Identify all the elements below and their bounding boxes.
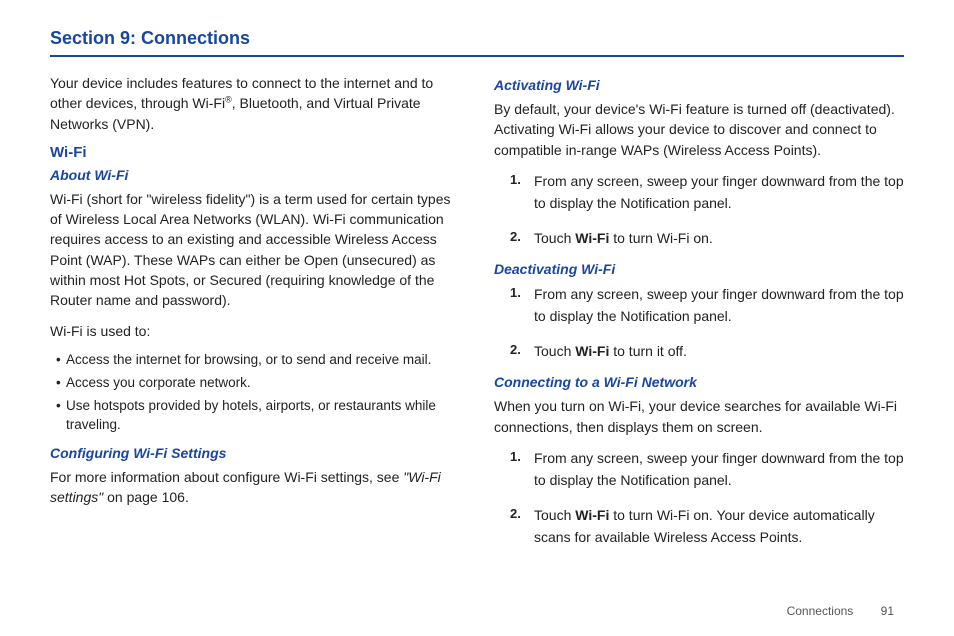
list-item: Touch Wi-Fi to turn Wi-Fi on. <box>516 227 904 249</box>
deactivating-wifi-heading: Deactivating Wi-Fi <box>494 261 904 277</box>
content-columns: Your device includes features to connect… <box>50 73 904 560</box>
configuring-wifi-paragraph: For more information about configure Wi-… <box>50 467 460 508</box>
step-text-pre: Touch <box>534 343 575 359</box>
step-text-post: to turn Wi-Fi on. <box>609 230 712 246</box>
activating-wifi-paragraph: By default, your device's Wi-Fi feature … <box>494 99 904 160</box>
list-item: From any screen, sweep your finger downw… <box>516 170 904 215</box>
connecting-wifi-heading: Connecting to a Wi-Fi Network <box>494 374 904 390</box>
step-text-pre: Touch <box>534 230 575 246</box>
footer-page-number: 91 <box>881 604 894 618</box>
list-item: Access you corporate network. <box>56 374 460 393</box>
step-text-bold: Wi-Fi <box>575 507 609 523</box>
step-text-pre: Touch <box>534 507 575 523</box>
right-column: Activating Wi-Fi By default, your device… <box>494 73 904 560</box>
wifi-used-to-label: Wi-Fi is used to: <box>50 321 460 341</box>
list-item: Touch Wi-Fi to turn it off. <box>516 340 904 362</box>
wifi-uses-list: Access the internet for browsing, or to … <box>50 351 460 435</box>
config-text-a: For more information about configure Wi-… <box>50 469 403 485</box>
step-text-bold: Wi-Fi <box>575 230 609 246</box>
deactivate-steps: From any screen, sweep your finger downw… <box>494 283 904 362</box>
section-title: Section 9: Connections <box>50 28 904 57</box>
activate-steps: From any screen, sweep your finger downw… <box>494 170 904 249</box>
registered-symbol: ® <box>225 95 232 105</box>
about-wifi-paragraph: Wi-Fi (short for "wireless fidelity") is… <box>50 189 460 311</box>
footer-chapter: Connections <box>787 604 854 618</box>
about-wifi-heading: About Wi-Fi <box>50 167 460 183</box>
left-column: Your device includes features to connect… <box>50 73 460 560</box>
list-item: Touch Wi-Fi to turn Wi-Fi on. Your devic… <box>516 504 904 549</box>
step-text-post: to turn it off. <box>609 343 687 359</box>
config-text-b: on page 106. <box>103 489 189 505</box>
list-item: From any screen, sweep your finger downw… <box>516 447 904 492</box>
activating-wifi-heading: Activating Wi-Fi <box>494 77 904 93</box>
intro-paragraph: Your device includes features to connect… <box>50 73 460 134</box>
wifi-heading: Wi-Fi <box>50 144 460 161</box>
page-footer: Connections 91 <box>787 604 894 618</box>
list-item: Use hotspots provided by hotels, airport… <box>56 397 460 435</box>
connecting-wifi-paragraph: When you turn on Wi-Fi, your device sear… <box>494 396 904 437</box>
connecting-steps: From any screen, sweep your finger downw… <box>494 447 904 549</box>
list-item: From any screen, sweep your finger downw… <box>516 283 904 328</box>
step-text-bold: Wi-Fi <box>575 343 609 359</box>
list-item: Access the internet for browsing, or to … <box>56 351 460 370</box>
configuring-wifi-heading: Configuring Wi-Fi Settings <box>50 445 460 461</box>
